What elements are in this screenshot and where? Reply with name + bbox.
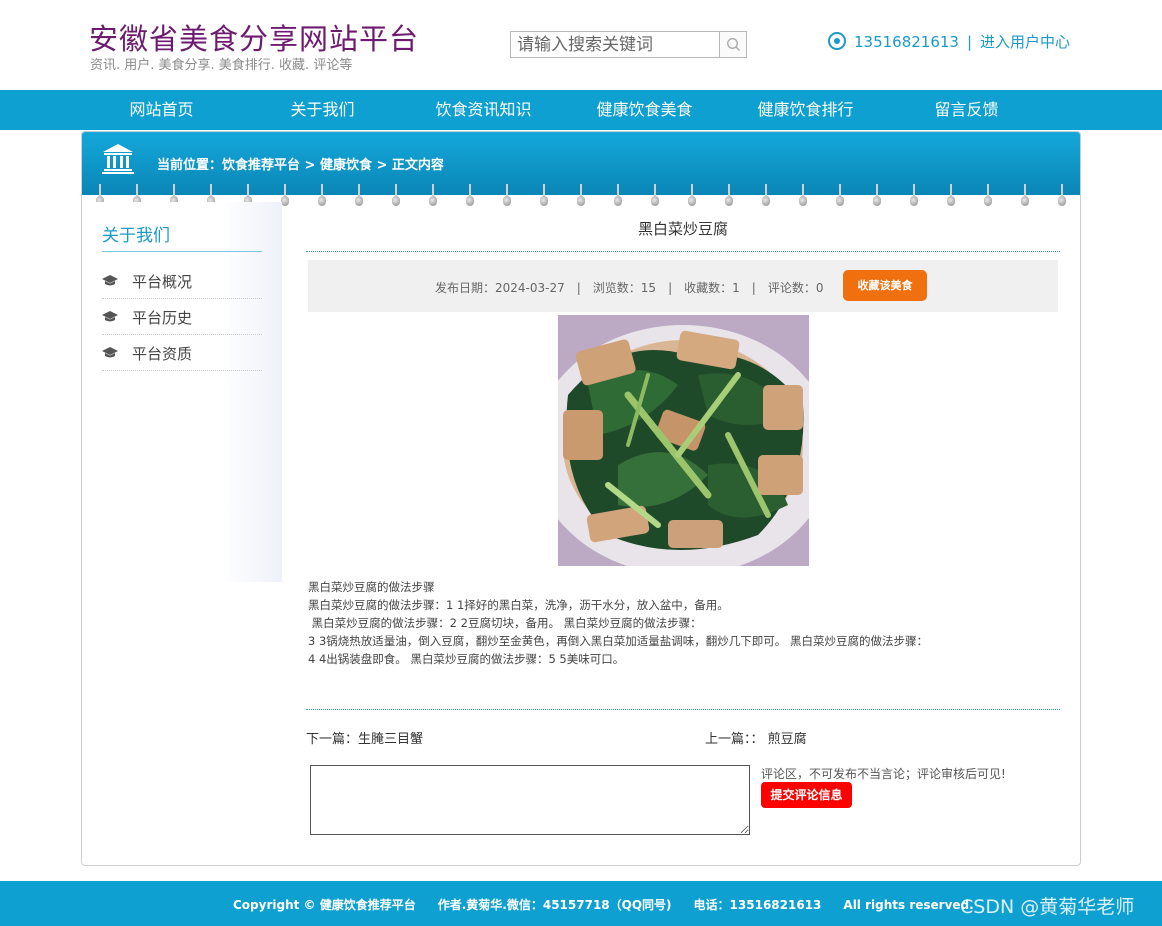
building-icon [102,144,134,174]
binder-ring [355,184,363,208]
header-phone: 13516821613 [854,33,959,51]
breadcrumb: 当前位置：饮食推荐平台 > 健康饮食 > 正文内容 [157,158,444,173]
graduation-cap-icon [102,275,118,286]
sidebar-divider [102,251,262,252]
graduation-cap-icon [102,311,118,322]
comment-note: 评论区，不可发布不当言论；评论审核后可见! [761,767,1006,781]
binder-ring [725,184,733,208]
footer-text: Copyright © 健康饮食推荐平台 作者.黄菊华.微信：45157718（Q… [233,896,996,913]
meta-separator: | [576,281,581,295]
article-meta: 发布日期：2024-03-27 | 浏览数：15 | 收藏数：1 | 评论数：0 [435,279,823,296]
submit-comment-button[interactable]: 提交评论信息 [761,782,852,808]
nav-item-feedback[interactable]: 留言反馈 [886,90,1047,130]
sidebar-item-label: 平台概况 [132,273,193,291]
favorite-count: 收藏数：1 [684,281,740,295]
article-meta-bar: 发布日期：2024-03-27 | 浏览数：15 | 收藏数：1 | 评论数：0 收藏该美食 [308,260,1058,312]
publish-date: 发布日期：2024-03-27 [435,281,565,295]
binder-ring [688,184,696,208]
site-subtitle: 资讯. 用户. 美食分享. 美食排行. 收藏. 评论等 [90,58,353,73]
favorite-button[interactable]: 收藏该美食 [843,270,927,301]
nav-item-food[interactable]: 健康饮食美食 [564,90,725,130]
body-divider [306,709,1060,710]
footer-rights: All rights reserved. [843,898,974,912]
sidebar-item-overview[interactable]: 平台概况 [102,263,262,299]
binder-ring [281,184,289,208]
meta-separator: | [668,281,673,295]
binder-ring [577,184,585,208]
binder-ring [466,184,474,208]
view-count: 浏览数：15 [592,281,657,295]
user-center-link[interactable]: 进入用户中心 [980,33,1070,51]
header-separator: | [966,33,973,51]
prev-article-link[interactable]: 上一篇：： 煎豆腐 [705,728,807,747]
header-contact: 13516821613 | 进入用户中心 [828,31,1070,51]
article-title: 黑白菜炒豆腐 [637,220,728,238]
article-paragraph: 黑白菜炒豆腐的做法步骤：2 2豆腐切块，备用。 黑白菜炒豆腐的做法步骤： [308,616,702,630]
binder-ring [947,184,955,208]
nav-item-home[interactable]: 网站首页 [81,90,242,130]
search-button[interactable] [719,32,746,57]
binder-ring [1021,184,1029,208]
binder-ring [799,184,807,208]
dish-photo [558,315,809,566]
main-nav: 网站首页 关于我们 饮食资讯知识 健康饮食美食 健康饮食排行 留言反馈 [0,90,1162,130]
graduation-cap-icon [102,347,118,358]
footer-copyright: Copyright © 健康饮食推荐平台 [233,898,416,912]
sidebar-background [82,202,282,582]
content-frame: 当前位置：饮食推荐平台 > 健康饮食 > 正文内容 关于我们 平台概况 平台历史… [81,131,1081,866]
binder-ring [429,184,437,208]
site-header: 安徽省美食分享网站平台 资讯. 用户. 美食分享. 美食排行. 收藏. 评论等 … [0,0,1162,90]
nav-item-ranking[interactable]: 健康饮食排行 [725,90,886,130]
comment-count: 评论数：0 [767,281,824,295]
sidebar-item-qualification[interactable]: 平台资质 [102,335,262,371]
search-input[interactable] [511,32,721,57]
binder-ring [762,184,770,208]
article-paragraph: 黑白菜炒豆腐的做法步骤 [308,580,435,594]
binder-ring [503,184,511,208]
title-divider [306,251,1060,252]
sidebar-title: 关于我们 [102,226,170,246]
binder-ring [540,184,548,208]
article-body: 黑白菜炒豆腐的做法步骤 黑白菜炒豆腐的做法步骤：1 1择好的黑白菜，洗净，沥干水… [308,578,1048,668]
article-paragraph: 4 4出锅装盘即食。 黑白菜炒豆腐的做法步骤：5 5美味可口。 [308,652,625,666]
meta-separator: | [751,281,756,295]
site-title[interactable]: 安徽省美食分享网站平台 [89,16,419,58]
sidebar-item-label: 平台历史 [132,309,193,327]
binder-ring [1058,184,1066,208]
footer-author: 作者.黄菊华.微信：45157718（QQ同号) [437,898,672,912]
binder-ring [910,184,918,208]
nav-item-about[interactable]: 关于我们 [242,90,403,130]
binder-ring [614,184,622,208]
search-box [510,31,747,58]
binder-ring [651,184,659,208]
footer-phone: 电话：13516821613 [693,898,822,912]
next-article-link[interactable]: 下一篇：生腌三目蟹 [306,728,423,747]
article-paragraph: 黑白菜炒豆腐的做法步骤：1 1择好的黑白菜，洗净，沥干水分，放入盆中，备用。 [308,598,729,612]
binder-ring [318,184,326,208]
nav-item-news[interactable]: 饮食资讯知识 [403,90,564,130]
binder-ring [392,184,400,208]
search-icon [726,37,740,51]
article-paragraph: 3 3锅烧热放适量油，倒入豆腐，翻炒至金黄色，再倒入黑白菜加适量盐调味，翻炒几下… [308,634,928,648]
binder-ring [836,184,844,208]
sidebar-item-history[interactable]: 平台历史 [102,299,262,335]
watermark: CSDN @黄菊华老师 [960,896,1135,918]
binder-ring [984,184,992,208]
location-icon [828,32,846,50]
comment-textarea[interactable] [310,765,750,835]
sidebar-item-label: 平台资质 [132,345,193,363]
binder-ring [873,184,881,208]
